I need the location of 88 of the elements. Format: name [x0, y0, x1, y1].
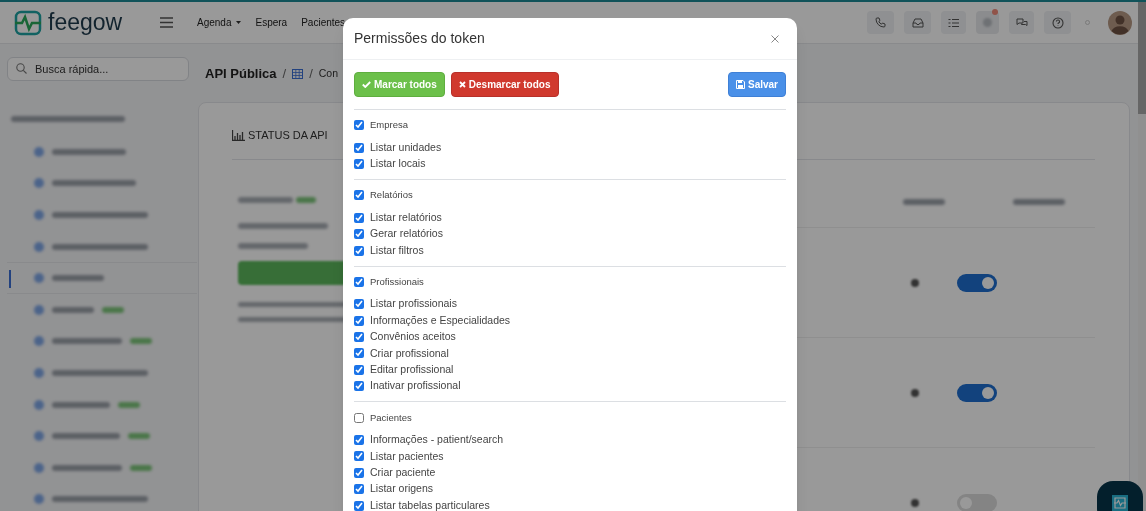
avatar-icon[interactable] — [1108, 10, 1132, 35]
permission-label: Convênios aceitos — [370, 329, 456, 345]
permission-label: Inativar profissional — [370, 378, 461, 394]
permission-label: Listar relatórios — [370, 209, 442, 225]
toggle-switch[interactable] — [957, 383, 997, 402]
phone-icon — [875, 17, 886, 28]
permission-label: Criar paciente — [370, 464, 436, 480]
checkbox[interactable] — [354, 120, 364, 131]
search-field[interactable]: Busca rápida... — [7, 57, 189, 81]
checkbox[interactable] — [354, 299, 364, 310]
nav-link[interactable]: Pacientes — [301, 15, 346, 30]
inbox-button[interactable] — [904, 11, 931, 34]
checkbox[interactable] — [354, 364, 364, 375]
blurred-text — [903, 198, 945, 205]
breadcrumb-separator: / — [309, 65, 313, 84]
checkbox[interactable] — [354, 229, 364, 240]
help-button[interactable] — [1044, 11, 1071, 34]
chat-button[interactable] — [1009, 11, 1034, 34]
permission-label: Listar profissionais — [370, 296, 457, 312]
checkbox[interactable] — [354, 500, 364, 511]
permission-label: Listar origens — [370, 481, 434, 497]
blurred-icon — [911, 278, 919, 287]
checkbox[interactable] — [354, 142, 364, 153]
blurred-text — [238, 197, 293, 203]
blurred-icon — [911, 498, 919, 507]
permission-label: Editar profissional — [370, 362, 454, 377]
floppy-icon — [735, 80, 745, 89]
logo-icon — [1112, 495, 1128, 511]
close-icon — [458, 81, 466, 88]
checkbox[interactable] — [354, 245, 364, 256]
bar-chart-icon — [232, 129, 245, 141]
checkbox[interactable] — [354, 451, 364, 462]
menu-icon[interactable] — [160, 17, 173, 28]
caret-icon[interactable] — [236, 21, 242, 24]
permission-label: Listar tabelas particulares — [370, 497, 490, 511]
save-button[interactable]: Salvar — [727, 72, 786, 97]
permission-label: Informações e Especialidades — [370, 312, 511, 328]
checkbox[interactable] — [354, 467, 364, 478]
permission-label: Listar pacientes — [370, 448, 444, 464]
close-icon[interactable] — [771, 34, 779, 43]
inbox-icon — [911, 17, 924, 28]
group-label: Empresa — [370, 118, 408, 133]
blurred-text — [1013, 198, 1065, 205]
checkbox[interactable] — [354, 412, 364, 423]
checkbox[interactable] — [354, 212, 364, 223]
grid-icon[interactable] — [292, 69, 304, 79]
permission-label: Informações - patient/search — [370, 432, 504, 448]
group-label: Relatórios — [370, 188, 413, 203]
tasks-button[interactable] — [941, 11, 966, 34]
search-icon — [16, 63, 27, 74]
blurred-icon — [983, 18, 992, 27]
checkbox[interactable] — [354, 484, 364, 495]
permission-label: Listar locais — [370, 156, 426, 172]
nav-link[interactable]: Espera — [255, 15, 288, 30]
checkbox[interactable] — [354, 190, 364, 201]
card-title: STATUS DA API — [248, 127, 328, 143]
list-icon — [948, 17, 959, 28]
permission-label: Criar profissional — [370, 345, 449, 361]
group-label: Pacientes — [370, 410, 412, 425]
uncheck-all-button[interactable]: Desmarcar todos — [450, 72, 559, 97]
checkbox[interactable] — [354, 435, 364, 446]
check-icon — [362, 81, 371, 88]
toggle-switch[interactable] — [957, 273, 997, 292]
help-icon — [1051, 16, 1064, 29]
page-title: API Pública — [205, 65, 277, 84]
checkbox[interactable] — [354, 276, 364, 287]
breadcrumb-link[interactable]: Con — [318, 66, 339, 82]
checkbox[interactable] — [354, 348, 364, 359]
checkbox[interactable] — [354, 381, 364, 392]
phone-button[interactable] — [867, 11, 894, 34]
scrollbar-thumb[interactable] — [1138, 2, 1146, 114]
permission-label: Listar unidades — [370, 139, 442, 155]
scrollbar[interactable] — [1138, 2, 1146, 511]
blurred-icon — [911, 388, 919, 397]
breadcrumb-separator: / — [282, 65, 287, 84]
modal-title: Permissões do token — [354, 29, 485, 48]
checkbox[interactable] — [354, 158, 364, 169]
checkbox[interactable] — [354, 332, 364, 343]
logo-text: feegow — [48, 11, 123, 34]
checkbox[interactable] — [354, 315, 364, 326]
blurred-text — [238, 243, 308, 249]
nav-link[interactable]: Agenda — [197, 15, 232, 30]
blurred-badge — [296, 197, 316, 203]
permission-label: Listar filtros — [370, 242, 424, 258]
permission-label: Gerar relatórios — [370, 226, 443, 242]
logo-icon — [14, 9, 42, 36]
group-label: Profissionais — [370, 274, 424, 289]
chat-icon — [1015, 17, 1028, 28]
